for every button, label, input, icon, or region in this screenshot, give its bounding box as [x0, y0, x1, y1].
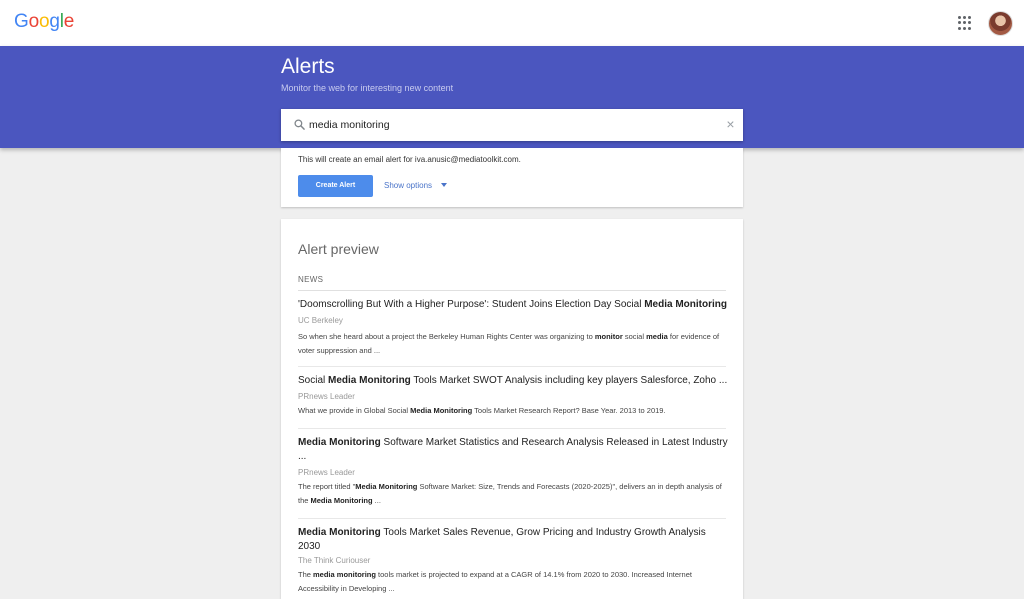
caret-down-icon[interactable] — [441, 183, 447, 187]
logo-letter: o — [28, 11, 40, 32]
news-item-title[interactable]: Social Media Monitoring Tools Market SWO… — [298, 374, 728, 388]
news-item-source: The Think Curiouser — [298, 556, 371, 565]
news-item-snippet: The report titled "Media Monitoring Soft… — [298, 482, 722, 505]
logo-letter: o — [38, 11, 50, 32]
news-item-source: UC Berkeley — [298, 316, 343, 325]
news-item-snippet: What we provide in Global Social Media M… — [298, 406, 666, 415]
news-item-snippet: So when she heard about a project the Be… — [298, 332, 720, 355]
news-item-title[interactable]: 'Doomscrolling But With a Higher Purpose… — [298, 298, 728, 312]
news-item-snippet: The media monitoring tools market is pro… — [298, 570, 692, 593]
logo-letter: e — [63, 11, 75, 32]
news-item-source: PRnews Leader — [298, 392, 355, 401]
create-alert-button[interactable]: Create Alert — [298, 175, 373, 197]
divider — [298, 290, 726, 291]
apps-grid-icon[interactable] — [958, 16, 972, 30]
logo-letter: g — [49, 11, 60, 32]
show-options-link[interactable]: Show options — [384, 181, 432, 190]
page-subtitle: Monitor the web for interesting new cont… — [281, 83, 454, 93]
preview-title: Alert preview — [298, 241, 379, 257]
google-logo[interactable]: Google — [14, 11, 74, 33]
logo-letter: G — [14, 11, 29, 32]
news-item: 'Doomscrolling But With a Higher Purpose… — [298, 298, 728, 358]
alert-options-card: This will create an email alert for iva.… — [281, 148, 743, 207]
section-label: NEWS — [298, 275, 324, 284]
close-icon[interactable]: × — [724, 117, 737, 131]
news-item-title[interactable]: Media Monitoring Tools Market Sales Reve… — [298, 526, 728, 554]
email-alert-note: This will create an email alert for iva.… — [298, 155, 521, 164]
avatar[interactable] — [988, 11, 1013, 36]
alert-preview-card: Alert preview NEWS 'Doomscrolling But Wi… — [281, 219, 743, 599]
top-bar: Google — [0, 0, 1024, 46]
news-item-title[interactable]: Media Monitoring Software Market Statist… — [298, 436, 728, 464]
divider — [298, 366, 726, 367]
page-title: Alerts — [281, 55, 335, 78]
news-item: Social Media Monitoring Tools Market SWO… — [298, 374, 728, 418]
divider — [298, 518, 726, 519]
search-box: × — [281, 109, 743, 141]
news-item: Media Monitoring Tools Market Sales Reve… — [298, 526, 728, 596]
search-input[interactable] — [309, 117, 709, 133]
search-icon — [294, 119, 305, 130]
divider — [298, 428, 726, 429]
news-item-source: PRnews Leader — [298, 468, 355, 477]
news-item: Media Monitoring Software Market Statist… — [298, 436, 728, 508]
